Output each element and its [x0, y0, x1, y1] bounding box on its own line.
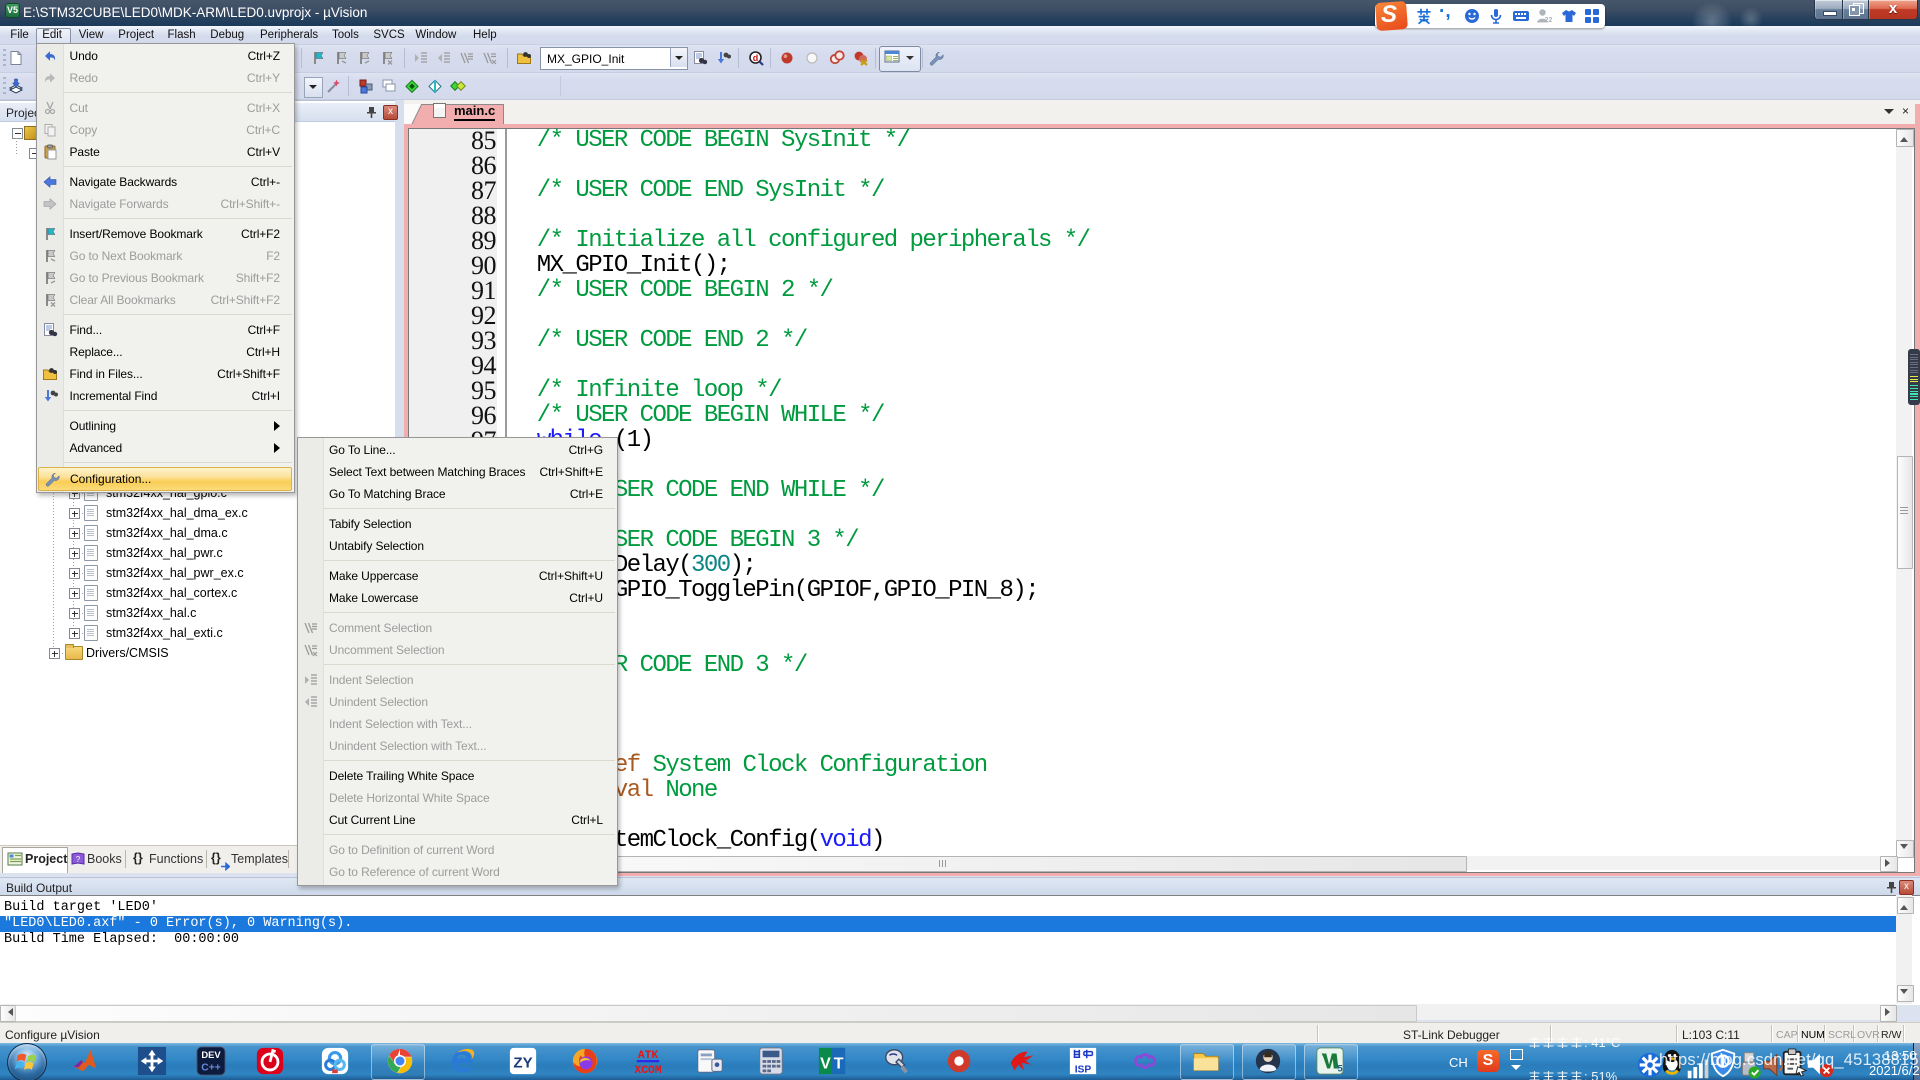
svg-text:?: ?: [76, 855, 81, 864]
svg-text:d: d: [753, 53, 759, 63]
svg-text:ZY: ZY: [513, 1055, 532, 1072]
svg-text:C++: C++: [201, 1062, 220, 1073]
svg-text:5: 5: [1338, 1063, 1343, 1073]
svg-text:22: 22: [1545, 17, 1553, 24]
svg-text:V: V: [820, 1056, 831, 1073]
svg-text:T: T: [834, 1056, 844, 1073]
svg-text:XCOM: XCOM: [634, 1065, 661, 1076]
svg-text:ISP: ISP: [1075, 1064, 1092, 1075]
svg-text:DEV: DEV: [201, 1050, 221, 1060]
